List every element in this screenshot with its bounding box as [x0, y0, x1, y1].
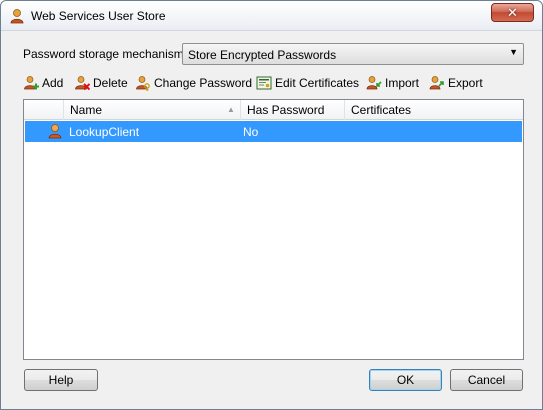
change-password-button[interactable]: Change Password [135, 74, 252, 92]
table-header: Name ▲ Has Password Certificates [24, 100, 523, 120]
sort-ascending-icon: ▲ [227, 105, 235, 114]
password-storage-label: Password storage mechanism [23, 47, 184, 61]
edit-certificates-button[interactable]: Edit Certificates [256, 74, 359, 92]
user-icon [10, 9, 24, 24]
delete-button[interactable]: Delete [74, 74, 128, 92]
password-storage-select[interactable]: Store Encrypted Passwords ▼ [182, 43, 524, 65]
cancel-button[interactable]: Cancel [450, 369, 523, 391]
key-user-icon [136, 76, 150, 91]
table-row[interactable]: LookupClient No [25, 121, 522, 142]
window-title: Web Services User Store [31, 9, 166, 23]
export-label: Export [448, 76, 483, 90]
delete-label: Delete [93, 76, 128, 90]
user-icon [48, 124, 62, 139]
import-icon [366, 76, 382, 90]
export-button[interactable]: Export [429, 74, 483, 92]
close-button[interactable]: ✕ [491, 3, 534, 22]
header-name[interactable]: Name [64, 100, 241, 120]
row-has-password: No [243, 125, 259, 139]
chevron-down-icon: ▼ [509, 47, 518, 57]
row-name: LookupClient [69, 125, 140, 139]
help-button[interactable]: Help [24, 369, 98, 391]
import-button[interactable]: Import [366, 74, 419, 92]
users-table[interactable]: Name ▲ Has Password Certificates LookupC… [23, 99, 524, 360]
dialog-window: Web Services User Store ✕ Password stora… [0, 0, 543, 410]
password-storage-value: Store Encrypted Passwords [188, 48, 337, 62]
header-icon-column[interactable] [24, 100, 64, 120]
certificate-icon [256, 76, 272, 90]
add-label: Add [42, 76, 64, 90]
add-button[interactable]: Add [23, 74, 63, 92]
add-user-icon [24, 76, 39, 90]
edit-certificates-label: Edit Certificates [275, 76, 360, 90]
ok-button[interactable]: OK [369, 369, 442, 391]
change-password-label: Change Password [154, 76, 253, 90]
header-has-password[interactable]: Has Password [241, 100, 345, 120]
export-icon [429, 76, 444, 90]
import-label: Import [385, 76, 420, 90]
header-certificates[interactable]: Certificates [345, 100, 523, 120]
toolbar: Add Delete Change Password Edit Certific… [23, 70, 523, 95]
delete-user-icon [75, 76, 90, 91]
title-bar[interactable]: Web Services User Store ✕ [1, 1, 542, 31]
